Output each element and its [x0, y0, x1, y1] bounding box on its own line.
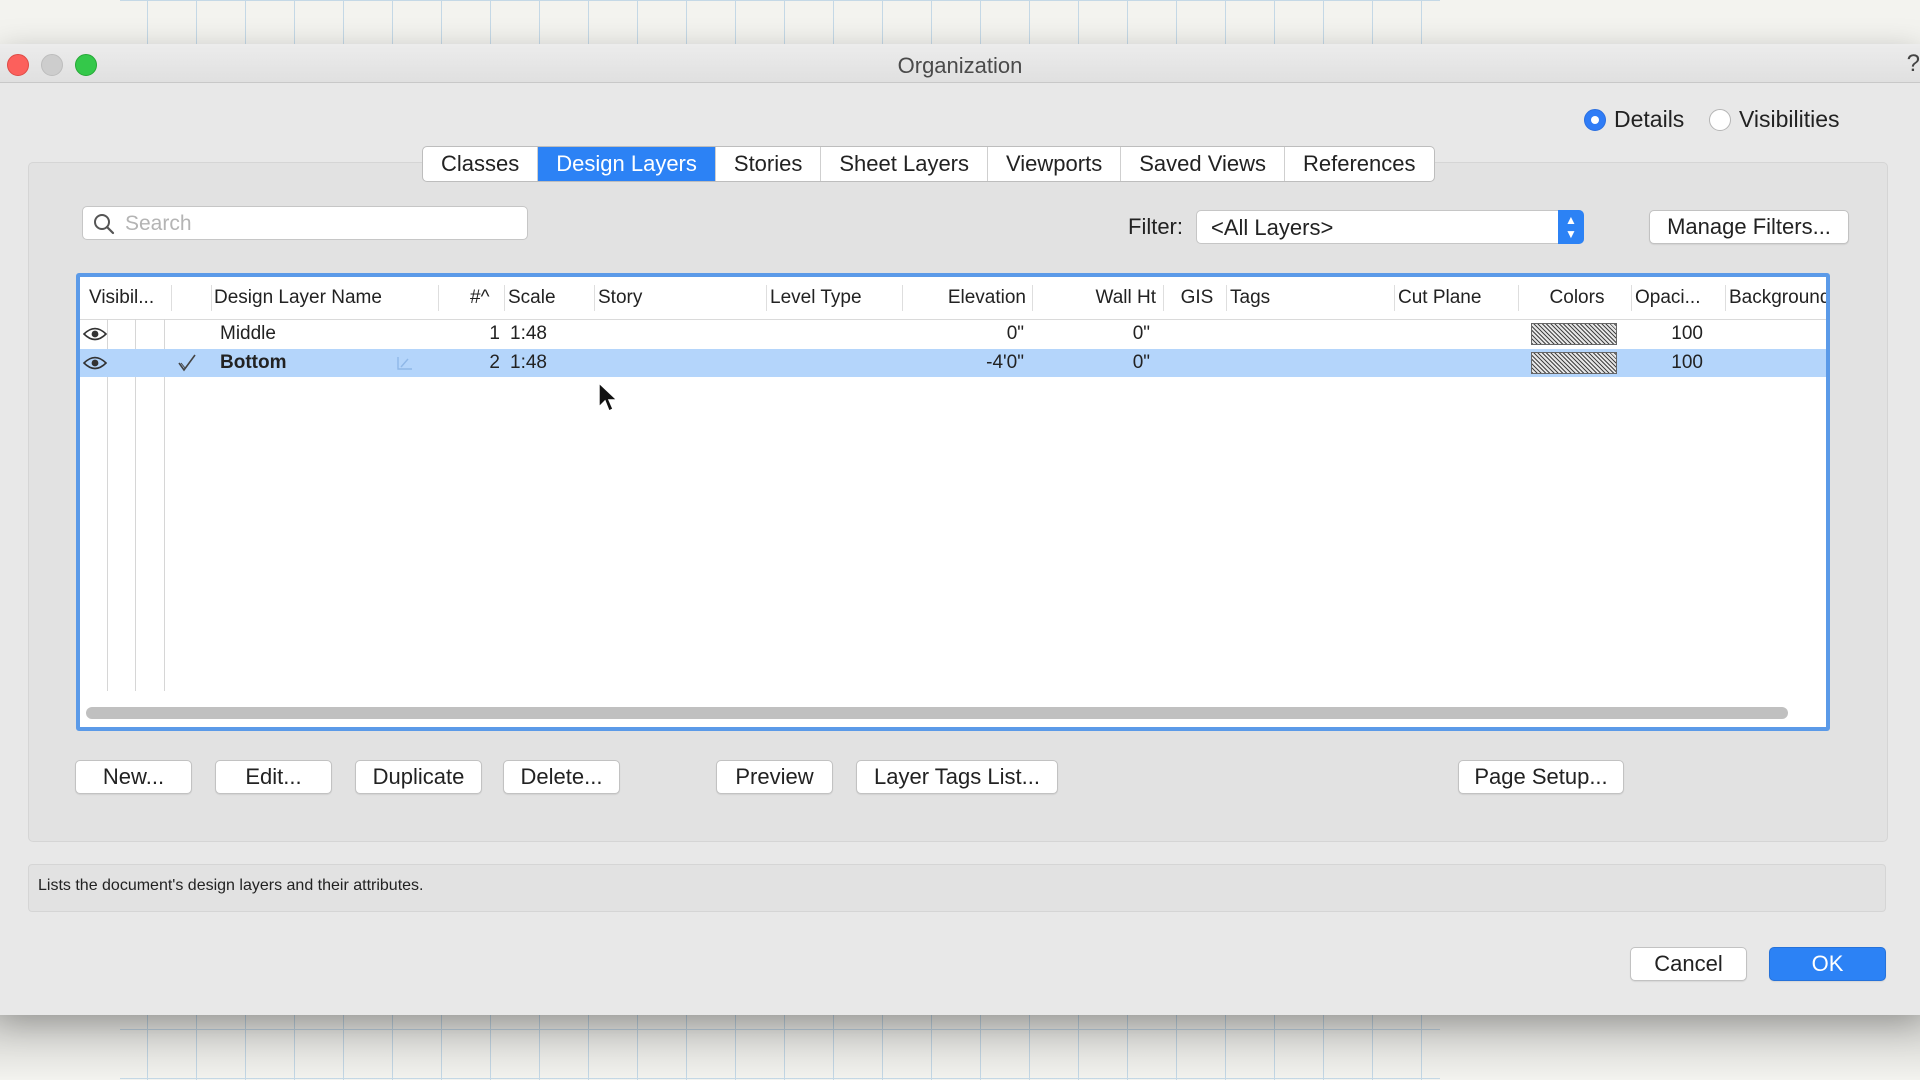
column-header-name[interactable]: Design Layer Name [214, 287, 434, 309]
tab-bar: Classes Design Layers Stories Sheet Laye… [422, 146, 1435, 182]
column-header-level-type[interactable]: Level Type [770, 287, 900, 309]
active-layer-check-icon [178, 354, 196, 372]
layer-name: Middle [220, 323, 276, 344]
cancel-button[interactable]: Cancel [1630, 947, 1747, 981]
filter-value: <All Layers> [1211, 215, 1334, 240]
layer-color-swatch[interactable] [1531, 352, 1617, 374]
layer-number: 1 [489, 323, 500, 344]
tab-saved-views[interactable]: Saved Views [1121, 147, 1285, 181]
layer-wall-ht: 0" [1132, 323, 1150, 344]
filter-label: Filter: [1128, 214, 1183, 239]
layer-color-swatch[interactable] [1531, 323, 1617, 345]
radio-unselected-icon [1709, 108, 1731, 131]
dropdown-arrows-icon: ▲ ▼ [1558, 210, 1584, 244]
filter-dropdown[interactable]: <All Layers> ▲ ▼ [1196, 210, 1584, 244]
column-header-background[interactable]: Background [1729, 287, 1826, 309]
column-header-elevation[interactable]: Elevation [906, 287, 1026, 309]
window-title: Organization [897, 53, 1023, 78]
layer-elevation: 0" [1006, 323, 1024, 344]
design-layers-table: Visibil... Design Layer Name #^ Scale St… [76, 273, 1830, 731]
preview-button[interactable]: Preview [716, 760, 833, 794]
details-label: Details [1614, 106, 1685, 132]
tab-references[interactable]: References [1285, 147, 1434, 181]
table-header: Visibil... Design Layer Name #^ Scale St… [80, 277, 1826, 320]
layer-elevation: -4'0" [986, 352, 1024, 373]
tab-classes[interactable]: Classes [423, 147, 539, 181]
delete-button[interactable]: Delete... [503, 760, 620, 794]
column-header-tags[interactable]: Tags [1230, 287, 1390, 309]
status-description: Lists the document's design layers and t… [28, 864, 1886, 912]
layer-wall-ht: 0" [1132, 352, 1150, 373]
column-header-gis[interactable]: GIS [1167, 287, 1227, 309]
layer-scale: 1:48 [510, 352, 547, 373]
column-header-story[interactable]: Story [598, 287, 758, 309]
layer-scale: 1:48 [510, 323, 547, 344]
column-header-colors[interactable]: Colors [1522, 287, 1632, 309]
manage-filters-button[interactable]: Manage Filters... [1649, 210, 1849, 244]
layer-tags-list-button[interactable]: Layer Tags List... [856, 760, 1058, 794]
table-row[interactable]: Bottom 2 1:48 -4'0" 0" 100 [80, 349, 1826, 377]
visibilities-radio[interactable]: Visibilities [1709, 106, 1840, 133]
radio-selected-icon [1584, 108, 1606, 131]
status-text: Lists the document's design layers and t… [38, 877, 424, 894]
column-header-wall-ht[interactable]: Wall Ht [1036, 287, 1156, 309]
layer-opacity: 100 [1671, 352, 1703, 373]
column-header-opacity[interactable]: Opaci... [1635, 287, 1721, 309]
tab-sheet-layers[interactable]: Sheet Layers [821, 147, 989, 181]
tab-stories[interactable]: Stories [716, 147, 822, 181]
tab-design-layers[interactable]: Design Layers [538, 147, 716, 181]
mouse-pointer-icon [598, 382, 618, 412]
help-icon[interactable]: ? [1907, 50, 1920, 78]
eye-icon[interactable] [83, 327, 107, 341]
ok-button[interactable]: OK [1769, 947, 1886, 981]
table-row[interactable]: Middle 1 1:48 0" 0" 100 [80, 320, 1826, 348]
layer-opacity: 100 [1671, 323, 1703, 344]
column-header-number[interactable]: #^ [470, 287, 500, 309]
details-radio[interactable]: Details [1584, 106, 1684, 133]
tab-viewports[interactable]: Viewports [988, 147, 1122, 181]
column-header-cut-plane[interactable]: Cut Plane [1398, 287, 1516, 309]
search-box [82, 206, 528, 240]
layer-name: Bottom [220, 352, 287, 373]
search-input[interactable] [123, 209, 517, 239]
edit-pencil-icon[interactable] [392, 355, 414, 371]
visibilities-label: Visibilities [1739, 106, 1840, 132]
page-setup-button[interactable]: Page Setup... [1458, 760, 1624, 794]
new-button[interactable]: New... [75, 760, 192, 794]
title-bar: Organization ? [0, 44, 1920, 83]
edit-button[interactable]: Edit... [215, 760, 332, 794]
window-shadow [0, 1015, 1920, 1080]
layer-number: 2 [489, 352, 500, 373]
duplicate-button[interactable]: Duplicate [355, 760, 482, 794]
search-icon [94, 214, 115, 235]
column-header-visibility[interactable]: Visibil... [89, 287, 164, 309]
horizontal-scrollbar[interactable] [86, 707, 1788, 719]
column-header-scale[interactable]: Scale [508, 287, 588, 309]
eye-icon[interactable] [83, 356, 107, 370]
